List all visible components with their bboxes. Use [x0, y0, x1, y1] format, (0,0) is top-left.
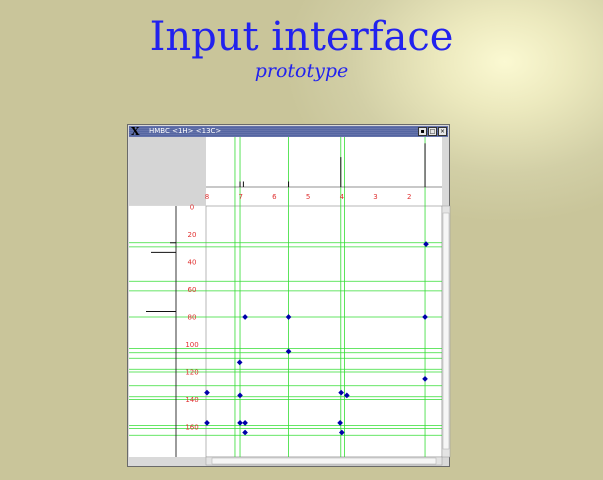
left-projection-panel — [129, 206, 206, 457]
x-tick-label: 4 — [340, 193, 345, 201]
x-tick-label: 2 — [407, 193, 411, 201]
vertical-scrollbar-thumb[interactable] — [442, 212, 450, 450]
x-tick-label: 5 — [306, 193, 310, 201]
corner-blank-area — [129, 137, 206, 205]
y-tick-label: 80 — [188, 314, 197, 322]
plot-area[interactable] — [205, 205, 443, 458]
y-tick-label: 60 — [188, 286, 197, 294]
x-tick-label: 6 — [272, 193, 277, 201]
y-tick-label: 20 — [188, 231, 197, 239]
slide-subtitle: prototype — [254, 60, 349, 82]
top-projection-panel — [206, 137, 442, 193]
y-tick-label: 140 — [185, 396, 198, 404]
y-tick-label: 40 — [188, 259, 197, 267]
y-tick-label: 120 — [185, 369, 198, 377]
x-tick-label: 7 — [238, 193, 242, 201]
hmbc-plot-canvas[interactable]: 8 7 6 5 4 3 2 0 20 40 60 80 100 120 140 160 — [128, 125, 451, 468]
x-tick-label: 8 — [205, 193, 209, 201]
y-tick-label: 160 — [185, 424, 198, 432]
x-tick-label: 3 — [373, 193, 377, 201]
horizontal-scrollbar-thumb[interactable] — [211, 457, 437, 465]
slide-title: Input interface — [149, 14, 454, 60]
y-tick-label: 0 — [190, 204, 194, 212]
y-tick-label: 100 — [185, 341, 198, 349]
hmbc-window[interactable]: X HMBC <1H> <13C> ▪ □ × 8765432 0 20 40 60 8… — [127, 124, 451, 468]
